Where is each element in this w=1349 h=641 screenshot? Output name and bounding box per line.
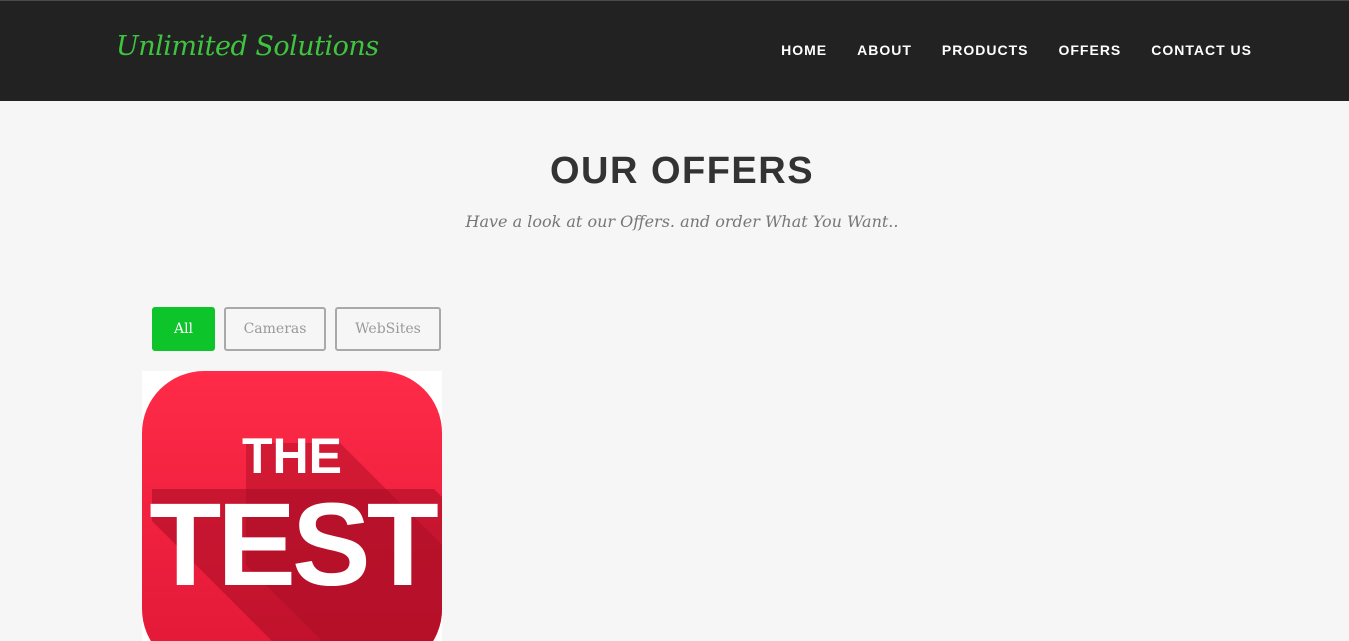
brand-logo[interactable]: Unlimited Solutions — [116, 31, 379, 62]
image-text-the: THE — [242, 428, 342, 484]
section-title: OUR OFFERS — [549, 150, 815, 192]
main-nav: HOME ABOUT PRODUCTS OFFERS CONTACT US — [751, 42, 1252, 58]
nav-offers[interactable]: OFFERS — [1058, 42, 1121, 58]
nav-about[interactable]: ABOUT — [857, 42, 912, 58]
nav-products[interactable]: PRODUCTS — [942, 42, 1029, 58]
nav-home[interactable]: HOME — [781, 42, 827, 58]
image-text-test: TEST — [149, 479, 437, 611]
nav-contact-us[interactable]: CONTACT US — [1151, 42, 1252, 58]
portfolio-item[interactable]: THE TEST — [142, 371, 442, 641]
filter-cameras-button[interactable]: Cameras — [224, 307, 326, 351]
filter-all-button[interactable]: All — [152, 307, 215, 351]
filter-bar: All Cameras WebSites — [152, 307, 450, 351]
filter-websites-button[interactable]: WebSites — [335, 307, 441, 351]
the-test-app-icon: THE TEST — [142, 371, 442, 641]
section-subtitle: Have a look at our Offers. and order Wha… — [465, 212, 899, 231]
navbar: Unlimited Solutions HOME ABOUT PRODUCTS … — [0, 0, 1349, 101]
